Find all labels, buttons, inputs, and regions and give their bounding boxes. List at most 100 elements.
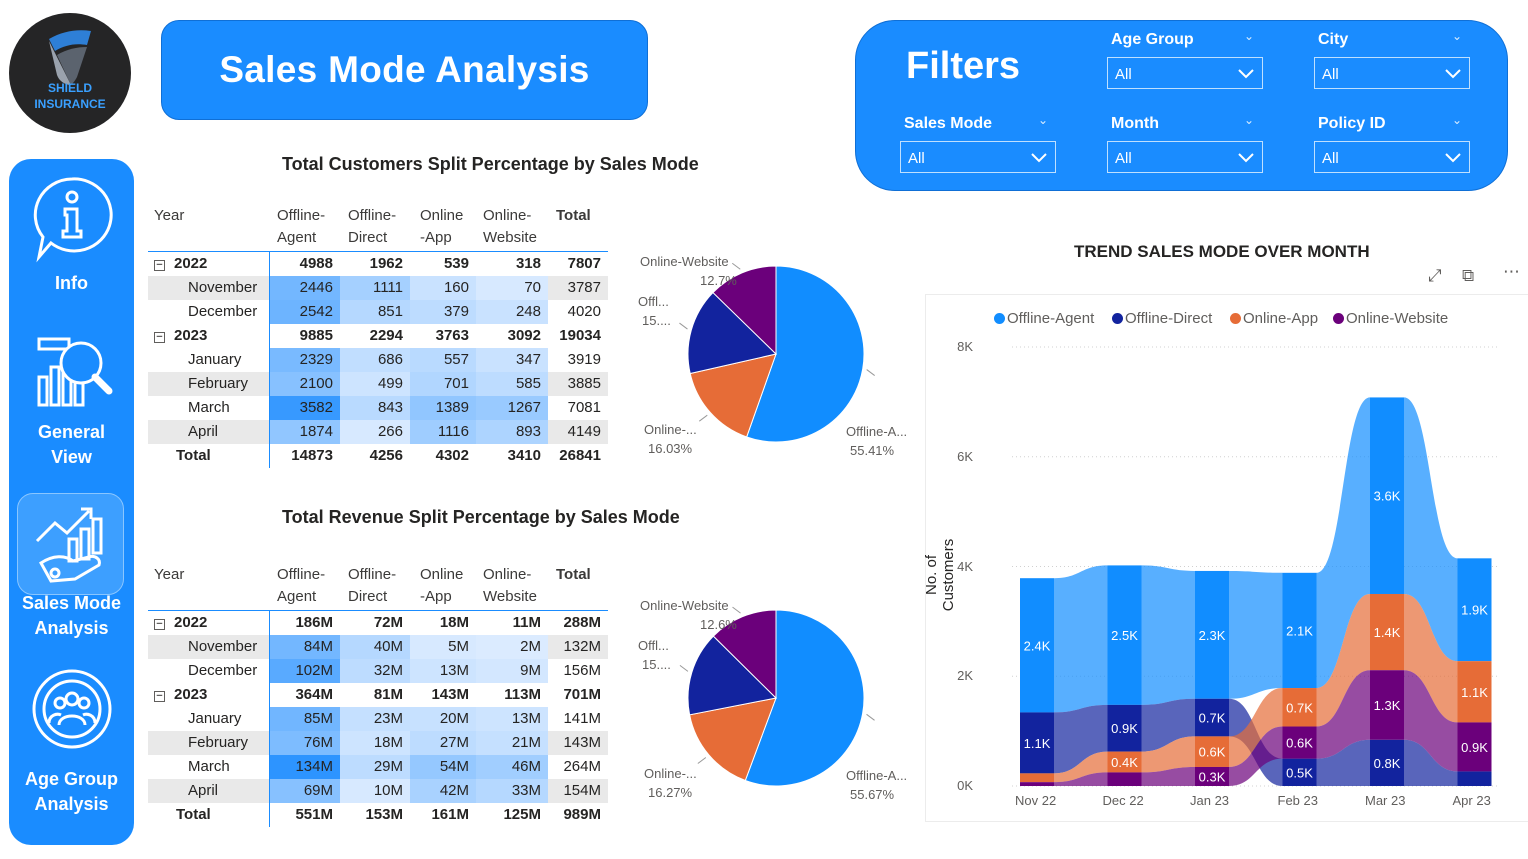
- filter-select-age-group[interactable]: All: [1107, 57, 1263, 89]
- row-label-text: April: [188, 782, 219, 799]
- legend-item-offline-direct[interactable]: Offline-Direct: [1112, 310, 1212, 327]
- bar-segment-online-app[interactable]: [1020, 773, 1054, 783]
- column-header[interactable]: Online- Website: [483, 564, 537, 608]
- column-header[interactable]: Total: [556, 564, 591, 586]
- ribbon-offline-agent[interactable]: [1229, 570, 1283, 699]
- table-cell: 3410: [507, 447, 541, 464]
- pie-leader-line: [679, 322, 688, 330]
- table-cell: 32M: [340, 659, 410, 683]
- filter-select-sales-mode[interactable]: All: [900, 141, 1056, 173]
- table-cell: 2294: [369, 327, 403, 344]
- chevron-down-icon: [1238, 153, 1254, 163]
- row-label-text: 2022: [174, 255, 208, 272]
- table-cell: 4020: [567, 303, 601, 320]
- table-row: −2022 4988 1962 539 318 7807: [148, 252, 608, 276]
- ribbon-offline-agent[interactable]: [1054, 565, 1108, 713]
- row-label-text: March: [188, 758, 230, 775]
- table-cell: 18M: [340, 731, 410, 755]
- column-header[interactable]: Year: [154, 564, 184, 586]
- collapse-icon[interactable]: −: [154, 332, 165, 343]
- filter-select-policy-id[interactable]: All: [1314, 141, 1470, 173]
- table-cell: 4302: [435, 447, 469, 464]
- filter-select-city[interactable]: All: [1314, 57, 1470, 89]
- table-cell: 154M: [563, 782, 601, 799]
- filter-select-month[interactable]: All: [1107, 141, 1263, 173]
- focus-mode-icon[interactable]: ⤢: [1428, 266, 1442, 286]
- column-header[interactable]: Offline- Direct: [348, 205, 396, 249]
- pie-category-label: Online-Website: [640, 254, 729, 269]
- table-cell: 161M: [431, 806, 469, 823]
- chevron-down-icon[interactable]: ⌄: [1452, 29, 1462, 43]
- filter-value-city: All: [1322, 66, 1339, 83]
- data-label: 2.4K: [1024, 638, 1051, 653]
- row-label: April: [188, 420, 218, 444]
- more-options-icon[interactable]: ⋯: [1503, 262, 1520, 282]
- chevron-down-icon[interactable]: ⌄: [1244, 113, 1254, 127]
- filters-panel: Filters Age Group ⌄ All City ⌄ All Sales…: [855, 20, 1508, 191]
- row-label-text: Total: [176, 806, 211, 823]
- legend-item-online-app[interactable]: Online-App: [1230, 310, 1318, 327]
- row-label-text: April: [188, 423, 219, 440]
- data-label: 2.5K: [1111, 628, 1138, 643]
- table-cell: 18M: [439, 614, 469, 631]
- column-header[interactable]: Offline- Direct: [348, 564, 396, 608]
- data-label: 1.9K: [1461, 603, 1488, 618]
- table-row: Total 551M 153M 161M 125M 989M: [148, 803, 608, 827]
- page-title-banner: Sales Mode Analysis: [161, 20, 648, 120]
- row-label-text: December: [188, 303, 258, 320]
- row-group-label[interactable]: −2022: [154, 252, 207, 276]
- x-tick-label: Nov 22: [1015, 793, 1057, 808]
- nav-item-sales-mode-analysis[interactable]: Sales Mode Analysis: [9, 499, 134, 641]
- column-header[interactable]: Online- Website: [483, 205, 537, 249]
- legend-dot: [1333, 313, 1344, 324]
- column-header[interactable]: Total: [556, 205, 591, 227]
- data-label: 0.8K: [1374, 756, 1401, 771]
- collapse-icon[interactable]: −: [154, 260, 165, 271]
- collapse-icon[interactable]: −: [154, 691, 165, 702]
- table-cell: 84M: [269, 635, 340, 659]
- row-label-text: February: [188, 734, 249, 751]
- table-cell: 4256: [369, 447, 403, 464]
- row-group-label[interactable]: −2023: [154, 683, 207, 707]
- collapse-icon[interactable]: −: [154, 619, 165, 630]
- row-group-label[interactable]: −2022: [154, 611, 207, 635]
- ribbon-offline-agent[interactable]: [1141, 565, 1196, 705]
- data-label: 0.7K: [1286, 700, 1313, 715]
- bar-segment-online-website[interactable]: [1107, 772, 1142, 786]
- row-group-label[interactable]: −2023: [154, 324, 207, 348]
- chevron-down-icon: [1031, 153, 1047, 163]
- chevron-down-icon[interactable]: ⌄: [1244, 29, 1254, 43]
- filter-value-age-group: All: [1115, 66, 1132, 83]
- row-label: February: [188, 372, 248, 396]
- nav-item-general-view[interactable]: General View: [9, 329, 134, 470]
- legend-item-online-website[interactable]: Online-Website: [1333, 310, 1448, 327]
- table-row: February 2100 499 701 585 3885: [148, 372, 608, 396]
- pie-category-label: Online-...: [644, 422, 697, 437]
- row-label-text: 2023: [174, 327, 208, 344]
- y-tick-label: 2K: [957, 668, 973, 684]
- column-header[interactable]: Year: [154, 205, 184, 227]
- column-header[interactable]: Offline- Agent: [277, 564, 325, 608]
- column-header[interactable]: Offline- Agent: [277, 205, 325, 249]
- nav-label-sales-mode-2: Analysis: [34, 618, 109, 638]
- nav-item-info[interactable]: Info: [9, 173, 134, 296]
- data-label: 0.4K: [1111, 755, 1138, 770]
- expand-icon[interactable]: ⧉: [1462, 266, 1474, 286]
- row-label: January: [188, 707, 241, 731]
- bar-segment-online-website[interactable]: [1020, 782, 1054, 786]
- chevron-down-icon[interactable]: ⌄: [1452, 113, 1462, 127]
- nav-item-age-group-analysis[interactable]: Age Group Analysis: [9, 667, 134, 817]
- table-cell: 288M: [563, 614, 601, 631]
- pie-value-label: 55.67%: [850, 787, 895, 802]
- data-label: 3.6K: [1374, 489, 1401, 504]
- legend-item-offline-agent[interactable]: Offline-Agent: [994, 310, 1094, 327]
- column-header[interactable]: Online -App: [420, 205, 463, 249]
- table-cell: 2542: [269, 300, 340, 324]
- row-label-text: December: [188, 662, 258, 679]
- legend-label: Online-Website: [1346, 310, 1449, 327]
- bar-segment-offline-direct[interactable]: [1457, 771, 1492, 786]
- table-cell: 21M: [476, 731, 548, 755]
- column-header[interactable]: Online -App: [420, 564, 463, 608]
- chevron-down-icon[interactable]: ⌄: [1038, 113, 1048, 127]
- table-cell: 2100: [269, 372, 340, 396]
